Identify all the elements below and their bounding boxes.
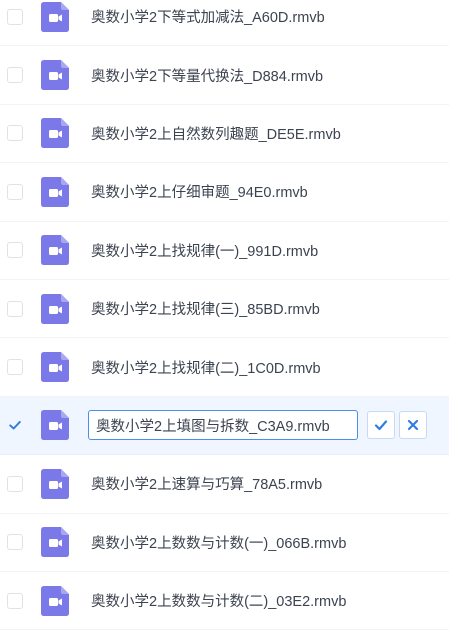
video-file-icon [41, 585, 69, 616]
video-file-icon [41, 235, 69, 266]
file-name[interactable]: 奥数小学2上数数与计数(一)_066B.rmvb [91, 532, 346, 553]
file-name[interactable]: 奥数小学2下等式加减法_A60D.rmvb [91, 6, 325, 27]
row-checkbox[interactable] [7, 417, 23, 433]
file-row[interactable]: 奥数小学2上数数与计数(一)_066B.rmvb [0, 514, 449, 572]
file-name[interactable]: 奥数小学2上找规律(三)_85BD.rmvb [91, 298, 320, 319]
file-row[interactable]: 奥数小学2上找规律(二)_1C0D.rmvb [0, 338, 449, 397]
cancel-rename-button[interactable] [399, 411, 427, 440]
video-file-icon [41, 527, 69, 558]
file-name[interactable]: 奥数小学2下等量代换法_D884.rmvb [91, 65, 323, 86]
row-checkbox[interactable] [7, 125, 23, 142]
video-file-icon [41, 410, 69, 441]
checkmark-icon [9, 421, 21, 430]
file-name[interactable]: 奥数小学2上数数与计数(二)_03E2.rmvb [91, 590, 346, 611]
file-row[interactable]: 奥数小学2上速算与巧算_78A5.rmvb [0, 455, 449, 514]
video-file-icon [41, 293, 69, 324]
file-row[interactable]: 奥数小学2上数数与计数(二)_03E2.rmvb [0, 572, 449, 630]
file-list: 奥数小学2下等式加减法_A60D.rmvb 奥数小学2下等量代换法_D884.rm… [0, 0, 449, 630]
close-icon [407, 420, 419, 431]
row-checkbox[interactable] [7, 475, 23, 492]
row-checkbox[interactable] [7, 8, 23, 25]
video-file-icon [41, 468, 69, 499]
video-file-icon [41, 1, 69, 32]
file-row[interactable]: 奥数小学2上自然数列趣题_DE5E.rmvb [0, 105, 449, 164]
row-checkbox[interactable] [7, 183, 23, 200]
row-checkbox[interactable] [7, 242, 23, 259]
row-checkbox[interactable] [7, 300, 23, 317]
file-row[interactable]: 奥数小学2下等量代换法_D884.rmvb [0, 46, 449, 105]
video-file-icon [41, 60, 69, 91]
row-checkbox[interactable] [7, 67, 23, 84]
file-row[interactable]: 奥数小学2上仔细审题_94E0.rmvb [0, 163, 449, 222]
video-file-icon [41, 352, 69, 383]
rename-input[interactable] [88, 410, 358, 441]
file-row[interactable]: 奥数小学2上找规律(一)_991D.rmvb [0, 222, 449, 280]
row-checkbox[interactable] [7, 359, 23, 376]
row-checkbox[interactable] [7, 534, 23, 551]
file-name[interactable]: 奥数小学2上自然数列趣题_DE5E.rmvb [91, 123, 341, 144]
file-row[interactable]: 奥数小学2下等式加减法_A60D.rmvb [0, 0, 449, 47]
file-row[interactable] [0, 396, 449, 456]
check-icon [374, 420, 388, 431]
row-checkbox[interactable] [7, 592, 23, 609]
file-row[interactable]: 奥数小学2上找规律(三)_85BD.rmvb [0, 280, 449, 339]
file-name[interactable]: 奥数小学2上速算与巧算_78A5.rmvb [91, 473, 322, 494]
confirm-rename-button[interactable] [367, 411, 395, 440]
file-name[interactable]: 奥数小学2上仔细审题_94E0.rmvb [91, 181, 308, 202]
video-file-icon [41, 176, 69, 207]
file-name[interactable]: 奥数小学2上找规律(一)_991D.rmvb [91, 240, 318, 261]
file-name[interactable]: 奥数小学2上找规律(二)_1C0D.rmvb [91, 357, 321, 378]
video-file-icon [41, 118, 69, 149]
